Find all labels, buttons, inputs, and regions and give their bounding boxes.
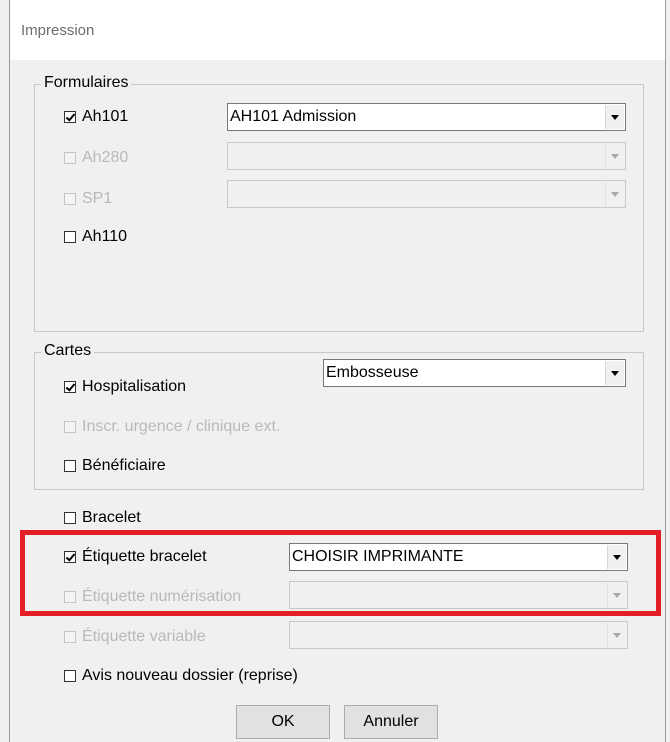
sp1-form-select[interactable]: [227, 180, 626, 208]
dropdown-button[interactable]: [605, 182, 624, 206]
cancel-button[interactable]: Annuler: [344, 705, 438, 739]
checkbox-avis-nouveau-dossier[interactable]: Avis nouveau dossier (reprise): [64, 667, 298, 685]
checkbox-box[interactable]: [64, 421, 76, 433]
dropdown-button[interactable]: [605, 361, 624, 385]
checkbox-box[interactable]: [64, 231, 76, 243]
checkbox-sp1[interactable]: SP1: [64, 190, 112, 208]
chevron-down-icon: [613, 632, 621, 638]
checkbox-box[interactable]: [64, 111, 76, 123]
dropdown-button[interactable]: [605, 144, 624, 168]
checkbox-label: SP1: [82, 190, 113, 207]
checkbox-label: Ah280: [82, 149, 129, 166]
title-bar: Impression: [10, 0, 665, 60]
checkbox-label: Bénéficiaire: [82, 457, 166, 474]
chevron-down-icon: [611, 114, 619, 120]
checkbox-label: Ah110: [82, 228, 128, 245]
checkbox-bracelet[interactable]: Bracelet: [64, 509, 141, 527]
chevron-down-icon: [611, 191, 619, 197]
chevron-down-icon: [611, 153, 619, 159]
checkbox-ah101[interactable]: Ah101: [64, 108, 128, 126]
cartes-printer-select[interactable]: Embosseuse: [323, 359, 626, 387]
checkbox-label: Inscr. urgence / clinique ext.: [82, 418, 281, 435]
cartes-group-label: Cartes: [41, 342, 95, 360]
checkbox-beneficiaire[interactable]: Bénéficiaire: [64, 457, 166, 475]
checkbox-box[interactable]: [64, 670, 76, 682]
chevron-down-icon: [611, 370, 619, 376]
checkbox-box[interactable]: [64, 631, 76, 643]
checkbox-label: Étiquette variable: [82, 628, 206, 645]
select-value: AH101 Admission: [230, 108, 357, 125]
select-value: Embosseuse: [326, 364, 419, 381]
checkbox-label: Hospitalisation: [82, 378, 187, 395]
checkbox-label: Ah101: [82, 108, 129, 125]
dropdown-button[interactable]: [607, 623, 626, 647]
etiquette-variable-printer-select[interactable]: [289, 621, 628, 649]
window-title: Impression: [21, 22, 95, 39]
ok-button[interactable]: OK: [236, 705, 330, 739]
checkbox-box[interactable]: [64, 460, 76, 472]
highlight-annotation: [20, 530, 661, 616]
checkbox-box[interactable]: [64, 512, 76, 524]
checkbox-box[interactable]: [64, 152, 76, 164]
checkbox-label: Avis nouveau dossier (reprise): [82, 667, 298, 684]
checkbox-box[interactable]: [64, 381, 76, 393]
ah101-form-select[interactable]: AH101 Admission: [227, 103, 626, 131]
print-dialog: Impression Formulaires Ah101 AH101 Admis…: [9, 0, 666, 742]
checkbox-etiquette-variable[interactable]: Étiquette variable: [64, 628, 206, 646]
checkbox-label: Bracelet: [82, 509, 141, 526]
ah280-form-select[interactable]: [227, 142, 626, 170]
formulaires-group-label: Formulaires: [41, 74, 132, 92]
checkbox-ah110[interactable]: Ah110: [64, 228, 127, 246]
dropdown-button[interactable]: [605, 105, 624, 129]
checkbox-inscr-urgence[interactable]: Inscr. urgence / clinique ext.: [64, 418, 280, 436]
checkbox-hospitalisation[interactable]: Hospitalisation: [64, 378, 186, 396]
checkbox-ah280[interactable]: Ah280: [64, 149, 128, 167]
checkbox-box[interactable]: [64, 193, 76, 205]
